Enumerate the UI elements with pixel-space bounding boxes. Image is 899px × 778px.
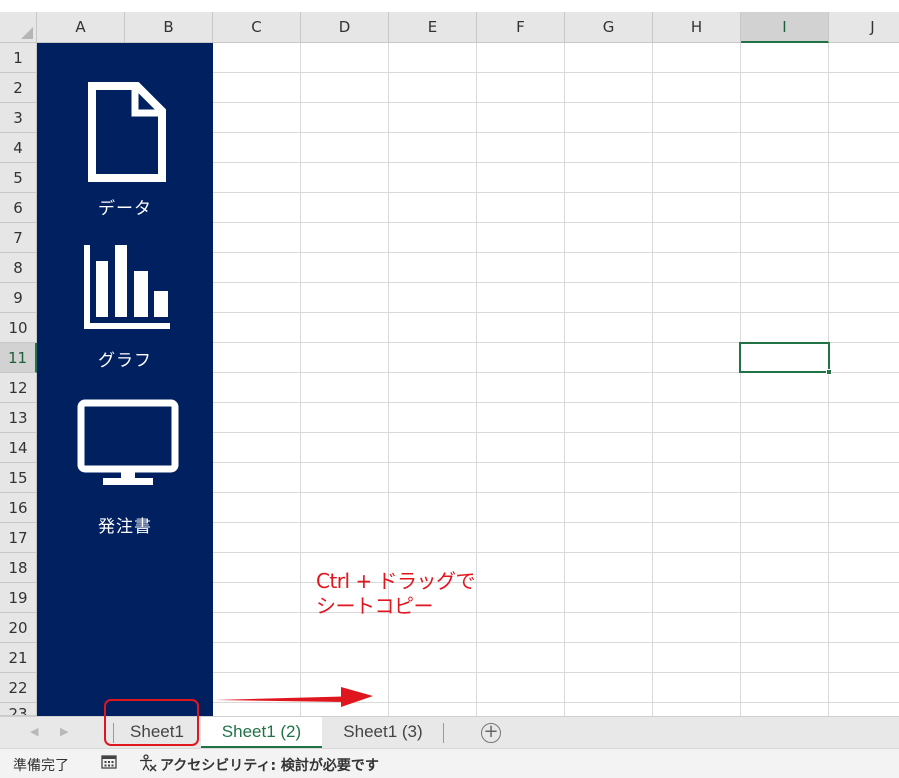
panel-item-graph[interactable] [37, 243, 213, 333]
row-header-13[interactable]: 13 [0, 403, 37, 433]
row-header-16[interactable]: 16 [0, 493, 37, 523]
row-header-15[interactable]: 15 [0, 463, 37, 493]
row-header-10[interactable]: 10 [0, 313, 37, 343]
panel-label-data: データ [98, 199, 152, 219]
tab-scroll-left-icon[interactable]: ◀ [30, 725, 38, 738]
annotation-line-2: シートコピー [316, 594, 434, 618]
column-header-d[interactable]: D [301, 12, 389, 43]
column-header-a[interactable]: A [37, 12, 125, 43]
sheet-tab-sheet1-3[interactable]: Sheet1 (3) [323, 717, 443, 748]
column-header-h[interactable]: H [653, 12, 741, 43]
sheet-tab-sheet1-2[interactable]: Sheet1 (2) [201, 717, 322, 748]
annotation-text: Ctrl + ドラッグで シートコピー [316, 569, 476, 619]
column-header-c[interactable]: C [213, 12, 301, 43]
row-header-4[interactable]: 4 [0, 133, 37, 163]
row-header-19[interactable]: 19 [0, 583, 37, 613]
fill-handle[interactable] [826, 369, 832, 375]
bar-chart-icon [84, 245, 170, 329]
panel-label-order: 発注書 [98, 517, 152, 537]
row-header-23[interactable]: 23 [0, 703, 37, 716]
row-header-1[interactable]: 1 [0, 43, 37, 73]
accessibility-icon[interactable] [139, 754, 157, 772]
column-header-b[interactable]: B [125, 12, 213, 43]
row-header-20[interactable]: 20 [0, 613, 37, 643]
column-header-g[interactable]: G [565, 12, 653, 43]
row-header-18[interactable]: 18 [0, 553, 37, 583]
panel-item-order[interactable] [37, 399, 213, 489]
row-header-8[interactable]: 8 [0, 253, 37, 283]
column-header-e[interactable]: E [389, 12, 477, 43]
tab-scroll-right-icon[interactable]: ▶ [60, 725, 68, 738]
row-header-11[interactable]: 11 [0, 343, 37, 373]
panel-label-graph: グラフ [98, 351, 152, 371]
column-header-f[interactable]: F [477, 12, 565, 43]
row-header-21[interactable]: 21 [0, 643, 37, 673]
select-all-button[interactable] [0, 12, 37, 43]
status-bar: 準備完了 アクセシビリティ: 検討が必要です [0, 748, 899, 778]
row-header-9[interactable]: 9 [0, 283, 37, 313]
accessibility-status-text[interactable]: アクセシビリティ: 検討が必要です [160, 755, 379, 775]
tab-separator [443, 723, 444, 743]
macro-recording-icon[interactable] [101, 755, 117, 769]
add-sheet-button[interactable]: + [481, 723, 501, 743]
panel-item-data[interactable] [37, 81, 213, 185]
document-icon [88, 82, 166, 182]
row-header-7[interactable]: 7 [0, 223, 37, 253]
row-header-5[interactable]: 5 [0, 163, 37, 193]
column-header: A B C D E F G H I J [0, 0, 899, 43]
selected-cell[interactable] [739, 342, 832, 375]
row-header-3[interactable]: 3 [0, 103, 37, 133]
navy-menu-panel: データ グラフ 発注書 [37, 43, 213, 716]
row-header-6[interactable]: 6 [0, 193, 37, 223]
tab-highlight-box [104, 699, 199, 746]
row-header-12[interactable]: 12 [0, 373, 37, 403]
row-header-2[interactable]: 2 [0, 73, 37, 103]
drag-arrow-icon [215, 687, 373, 707]
row-header-22[interactable]: 22 [0, 673, 37, 703]
select-all-triangle-icon [21, 27, 33, 39]
column-header-i[interactable]: I [741, 12, 829, 43]
row-header-14[interactable]: 14 [0, 433, 37, 463]
column-header-j[interactable]: J [829, 12, 899, 43]
status-ready-text: 準備完了 [13, 758, 69, 774]
row-header-17[interactable]: 17 [0, 523, 37, 553]
monitor-icon [77, 399, 179, 485]
annotation-line-1: Ctrl + ドラッグで [316, 569, 476, 593]
